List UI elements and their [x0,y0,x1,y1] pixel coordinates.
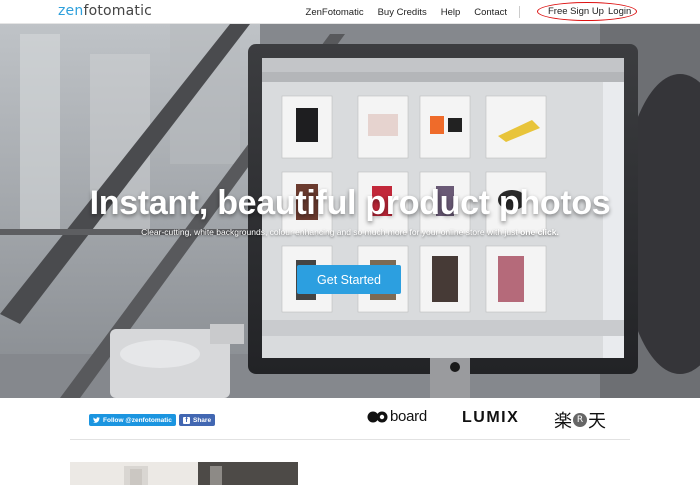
site-logo[interactable]: zenfotomatic [58,3,152,19]
nav-buy-credits[interactable]: Buy Credits [378,7,427,18]
preview-image [70,462,298,485]
rakuten-left-char: 楽 [554,411,572,432]
nav-contact[interactable]: Contact [474,7,507,18]
hero-subtitle-text: Clear-cutting, white backgrounds, colour… [141,227,518,237]
nav-zenfotomatic[interactable]: ZenFotomatic [306,7,364,18]
rakuten-right-char: 天 [588,411,606,432]
facebook-share-button[interactable]: f Share [179,414,216,426]
facebook-f-icon: f [183,416,190,424]
twitter-bird-icon [93,417,100,423]
preview-image-graphic [70,462,298,485]
free-signup-link[interactable]: Free Sign Up [548,6,604,17]
twitter-follow-button[interactable]: Follow @zenfotomatic [89,414,176,426]
twitter-follow-label: Follow @zenfotomatic [103,416,172,424]
hero-subtitle: Clear-cutting, white backgrounds, colour… [0,227,700,237]
partner-logo-board: board [367,408,427,425]
auth-highlight-oval: Free Sign Up Login [537,2,637,21]
nav-links: ZenFotomatic Buy Credits Help Contact [292,0,520,24]
logo-fotomatic: fotomatic [83,3,153,19]
board-circles-icon [367,411,389,423]
hero-subtitle-bold: one click. [520,227,559,237]
rakuten-r-badge: R [573,413,587,427]
login-link[interactable]: Login [608,6,631,17]
board-text: board [390,408,427,425]
nav-divider [519,6,520,18]
nav-help[interactable]: Help [441,7,461,18]
facebook-share-label: Share [193,416,212,424]
top-navbar: zenfotomatic ZenFotomatic Buy Credits He… [0,0,700,24]
hero-title: Instant, beautiful product photos [89,184,611,222]
partner-logo-rakuten: 楽 R 天 [554,407,606,433]
logo-zen: zen [58,3,84,19]
hero-section: Instant, beautiful product photos Clear-… [0,24,700,398]
partner-logo-lumix: LUMIX [462,409,520,426]
social-partners-strip: Follow @zenfotomatic f Share board LUMIX… [70,404,630,440]
get-started-button[interactable]: Get Started [297,265,401,294]
